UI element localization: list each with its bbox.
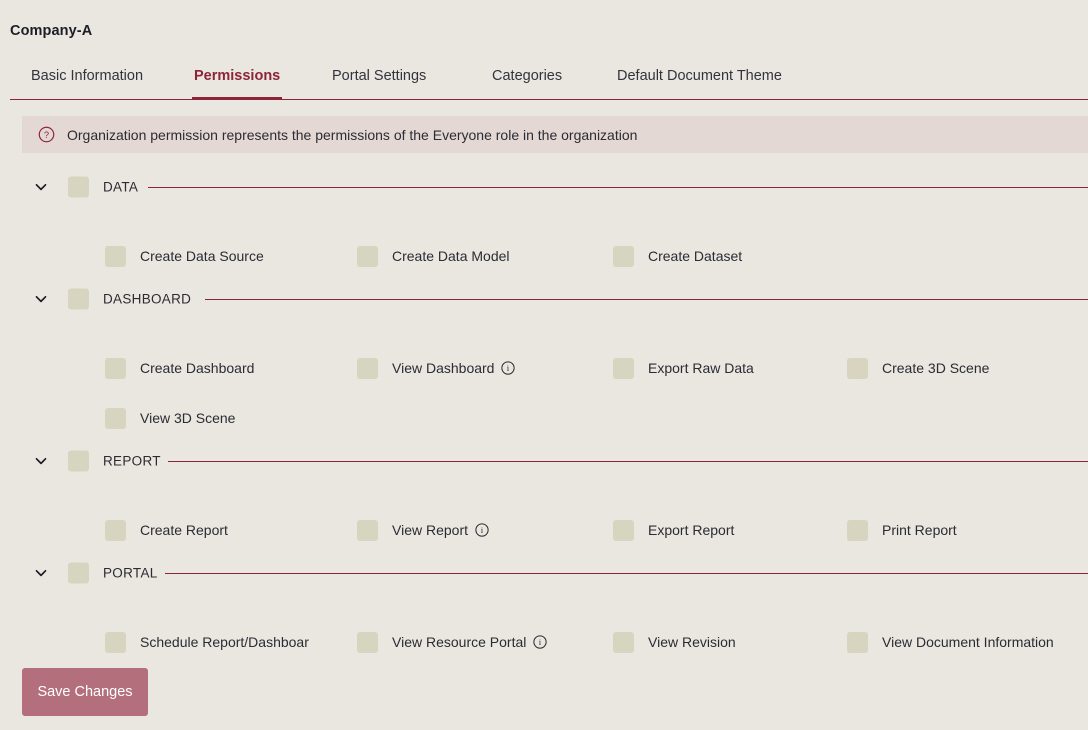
tab-default-document-theme[interactable]: Default Document Theme	[615, 58, 784, 99]
chevron-down-icon[interactable]	[33, 565, 49, 581]
tab-portal-settings[interactable]: Portal Settings	[330, 58, 428, 99]
permission-checkbox[interactable]	[105, 519, 126, 541]
section-divider	[165, 573, 1088, 574]
info-icon[interactable]: i	[501, 361, 516, 375]
permission-item[interactable]: Schedule Report/Dashboar	[105, 631, 309, 653]
permission-label: View Revision	[648, 634, 736, 650]
section-label: DASHBOARD	[103, 291, 192, 307]
svg-text:?: ?	[44, 130, 49, 140]
section-label: DATA	[103, 179, 139, 195]
permission-label: View Resource Portal	[392, 634, 527, 650]
permission-checkbox[interactable]	[357, 357, 378, 379]
permission-checkbox[interactable]	[847, 519, 868, 541]
permission-label: Create 3D Scene	[882, 360, 990, 376]
section-checkbox[interactable]	[68, 288, 89, 310]
chevron-down-icon[interactable]	[33, 453, 49, 469]
permission-checkbox[interactable]	[105, 357, 126, 379]
svg-text:i: i	[507, 363, 510, 373]
permission-checkbox[interactable]	[847, 357, 868, 379]
permission-checkbox[interactable]	[357, 245, 378, 267]
permission-section: PORTAL Schedule Report/Dashboar View Resou…	[0, 560, 1088, 653]
section-divider	[205, 299, 1088, 300]
permission-item[interactable]: View Resource Portal i	[357, 631, 548, 653]
permission-checkbox[interactable]	[613, 519, 634, 541]
permission-checkbox[interactable]	[613, 245, 634, 267]
tab-permissions[interactable]: Permissions	[192, 58, 283, 100]
permission-item[interactable]: Print Report	[847, 519, 957, 541]
section-header: PORTAL	[0, 560, 1088, 586]
question-circle-icon: ?	[38, 126, 55, 143]
tab-label: Default Document Theme	[617, 68, 782, 84]
tab-label: Basic Information	[31, 68, 144, 84]
permission-checkbox[interactable]	[105, 407, 126, 429]
section-checkbox[interactable]	[68, 562, 89, 584]
permission-checkbox[interactable]	[357, 631, 378, 653]
tab-categories[interactable]: Categories	[490, 58, 564, 99]
permission-label: Export Report	[648, 522, 735, 538]
permission-item[interactable]: Create Data Model	[357, 245, 510, 267]
tab-basic-information[interactable]: Basic Information	[29, 58, 145, 99]
permission-label: Create Report	[140, 522, 228, 538]
tab-label: Portal Settings	[332, 68, 427, 84]
svg-text:i: i	[481, 525, 484, 535]
permission-label: Create Dataset	[648, 248, 743, 264]
section-header: DATA	[0, 174, 1088, 200]
permission-section: REPORT Create Report View Report i Export Re…	[0, 448, 1088, 541]
permission-label: Create Dashboard	[140, 360, 255, 376]
section-label: PORTAL	[103, 565, 158, 581]
chevron-down-icon[interactable]	[33, 291, 49, 307]
permission-item[interactable]: Export Report	[613, 519, 734, 541]
permission-item[interactable]: Create Dashboard	[105, 357, 254, 379]
section-label: REPORT	[103, 453, 161, 469]
notice-text: Organization permission represents the p…	[67, 126, 638, 143]
permission-item[interactable]: View Document Information	[847, 631, 1054, 653]
permission-item[interactable]: Create Data Source	[105, 245, 264, 267]
info-icon[interactable]: i	[533, 635, 548, 649]
tab-label: Permissions	[194, 68, 281, 84]
permission-label: View 3D Scene	[140, 410, 236, 426]
permissions-page: Company-A Basic Information Permissions …	[0, 0, 1088, 730]
permission-label: View Dashboard	[392, 360, 495, 376]
permission-checkbox[interactable]	[847, 631, 868, 653]
info-icon[interactable]: i	[475, 523, 489, 537]
permission-item[interactable]: View Revision	[613, 631, 736, 653]
section-divider	[168, 461, 1088, 462]
permission-label: Schedule Report/Dashboar	[140, 634, 309, 650]
save-changes-button[interactable]: Save Changes	[22, 668, 148, 716]
permission-label: Create Data Model	[392, 248, 510, 264]
permission-item[interactable]: View Dashboard i	[357, 357, 516, 379]
permission-section: DASHBOARD Create Dashboard View Dashboard i…	[0, 286, 1088, 429]
permission-label: Print Report	[882, 522, 957, 538]
permission-item[interactable]: Create Report	[105, 519, 228, 541]
permission-checkbox[interactable]	[105, 245, 126, 267]
chevron-down-icon[interactable]	[33, 179, 49, 195]
section-header: REPORT	[0, 448, 1088, 474]
permission-item[interactable]: Create Dataset	[613, 245, 742, 267]
section-header: DASHBOARD	[0, 286, 1088, 312]
svg-text:i: i	[539, 637, 542, 647]
permission-item[interactable]: Create 3D Scene	[847, 357, 989, 379]
permission-label: Create Data Source	[140, 248, 264, 264]
permission-label: View Report	[392, 522, 469, 538]
permission-item[interactable]: Export Raw Data	[613, 357, 754, 379]
tab-bar: Basic Information Permissions Portal Set…	[10, 58, 1088, 100]
permission-checkbox[interactable]	[613, 631, 634, 653]
notice-banner: ? Organization permission represents the…	[22, 116, 1088, 153]
section-divider	[148, 187, 1088, 188]
tab-label: Categories	[492, 68, 563, 84]
section-checkbox[interactable]	[68, 176, 89, 198]
permission-checkbox[interactable]	[613, 357, 634, 379]
permission-section: DATA Create Data Source Create Data Model C…	[0, 174, 1088, 267]
section-checkbox[interactable]	[68, 450, 89, 472]
permission-item[interactable]: View 3D Scene	[105, 407, 235, 429]
page-title: Company-A	[10, 23, 93, 39]
permission-label: View Document Information	[882, 634, 1054, 650]
permission-label: Export Raw Data	[648, 360, 754, 376]
permission-checkbox[interactable]	[357, 519, 378, 541]
permission-item[interactable]: View Report i	[357, 519, 489, 541]
permission-checkbox[interactable]	[105, 631, 126, 653]
